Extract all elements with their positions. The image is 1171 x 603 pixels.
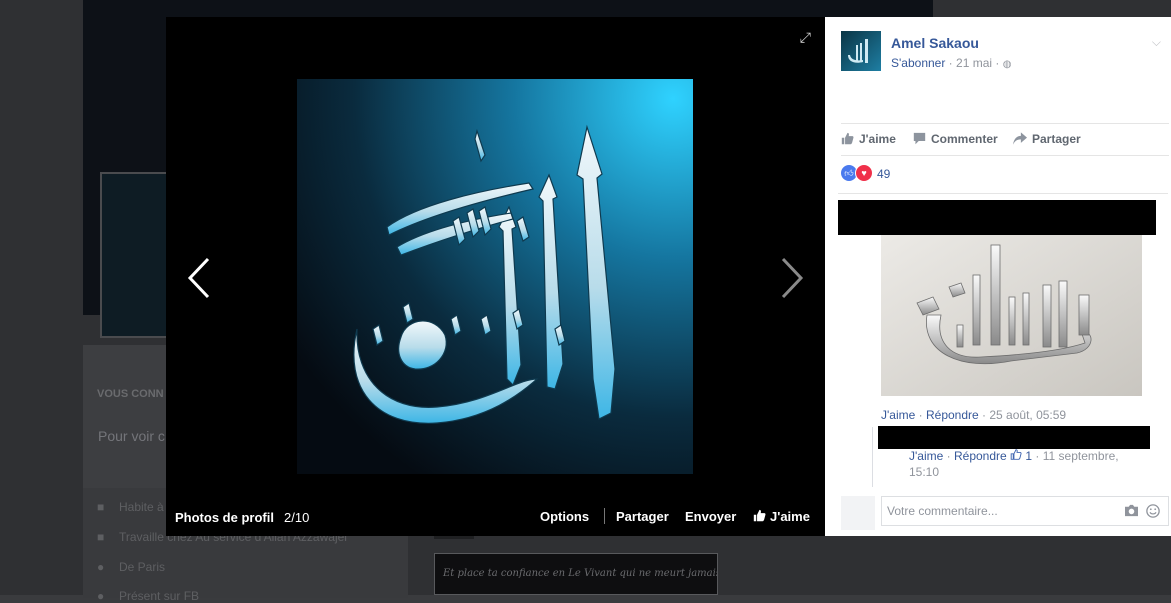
info-row-joined: ● Présent sur FB	[97, 589, 200, 603]
post-action-bar: J'aime Commenter Partager	[841, 123, 1169, 156]
send-button[interactable]: Envoyer	[685, 509, 736, 524]
expand-icon[interactable]: ⤢	[800, 29, 811, 46]
chevron-down-icon[interactable]: ⌵	[1152, 35, 1161, 50]
reply-meta: J'aime · Répondre 1 · 11 septembre, 15:1…	[909, 449, 1119, 479]
options-button[interactable]: Options	[540, 509, 589, 524]
love-reaction-icon: ♥	[855, 164, 873, 182]
author-avatar[interactable]	[841, 31, 881, 71]
thumbs-up-icon	[1010, 449, 1022, 460]
comment-input[interactable]	[885, 502, 1119, 520]
comments-divider	[838, 193, 1168, 194]
redacted-comment-author	[838, 200, 1156, 235]
info-row-lives: ■ Habite à	[97, 500, 164, 514]
smiley-icon[interactable]	[1146, 504, 1160, 518]
comment-composer	[881, 496, 1169, 526]
comment-image[interactable]	[881, 235, 1142, 396]
comment-icon	[913, 132, 926, 145]
house-icon: ■	[97, 500, 105, 514]
album-title[interactable]: Photos de profil	[175, 510, 274, 525]
reply-like-count[interactable]: 1	[1010, 449, 1032, 463]
reaction-count[interactable]: 49	[877, 167, 890, 181]
comment-reply-link[interactable]: Répondre	[926, 408, 979, 422]
like-button-label: J'aime	[770, 509, 810, 524]
photo-viewer: ⤢ Photos de profil 2/10 Options Partager…	[166, 17, 825, 536]
comment-label: Commenter	[931, 132, 998, 146]
reply-like-link[interactable]: J'aime	[909, 449, 943, 463]
intro-text: Pour voir c	[98, 428, 165, 444]
author-name[interactable]: Amel Sakaou	[891, 35, 979, 51]
post-like-button[interactable]: J'aime	[841, 132, 896, 146]
post-meta: S'abonner · 21 mai · ◍	[891, 56, 1011, 70]
comment-timestamp[interactable]: 25 août, 05:59	[989, 408, 1066, 422]
reply-reply-link[interactable]: Répondre	[954, 449, 1007, 463]
reply-thread-line	[872, 427, 873, 487]
chevron-right-icon[interactable]	[777, 255, 807, 301]
share-button[interactable]: Partager	[616, 509, 669, 524]
meta-separator: ·	[945, 56, 957, 70]
follow-link[interactable]: S'abonner	[891, 56, 945, 70]
share-arrow-icon	[1013, 132, 1027, 145]
thumbs-up-icon	[841, 132, 854, 145]
redacted-reply-author	[878, 426, 1150, 449]
post-like-label: J'aime	[859, 132, 896, 146]
post-panel: Amel Sakaou S'abonner · 21 mai · ◍ ⌵ J'a…	[825, 17, 1171, 536]
post-date[interactable]: 21 mai	[956, 56, 992, 70]
like-button[interactable]: J'aime	[753, 509, 810, 524]
globe-icon[interactable]: ◍	[1003, 59, 1012, 70]
quote-post-image: Et place ta confiance en Le Vivant qui n…	[434, 553, 718, 595]
clock-icon: ●	[97, 589, 105, 603]
meta-separator: ·	[992, 56, 1003, 70]
chevron-left-icon[interactable]	[184, 255, 214, 301]
thumbs-up-icon	[753, 509, 766, 522]
info-row-from: ● De Paris	[97, 560, 166, 574]
camera-icon[interactable]	[1124, 504, 1139, 517]
profile-photo	[297, 79, 693, 474]
comment-button[interactable]: Commenter	[913, 132, 998, 146]
intro-heading: VOUS CONN	[97, 388, 164, 400]
comment-meta: J'aime · Répondre · 25 août, 05:59	[881, 408, 1067, 422]
viewer-footer: Photos de profil 2/10 Options Partager E…	[166, 498, 825, 536]
post-share-button[interactable]: Partager	[1013, 132, 1081, 146]
briefcase-icon: ■	[97, 530, 105, 544]
profile-picture	[100, 172, 172, 338]
current-user-avatar	[841, 496, 875, 530]
comment-like-link[interactable]: J'aime	[881, 408, 915, 422]
footer-divider	[604, 508, 605, 524]
photo-counter: 2/10	[284, 510, 310, 525]
location-pin-icon: ●	[97, 560, 105, 574]
post-share-label: Partager	[1032, 132, 1081, 146]
